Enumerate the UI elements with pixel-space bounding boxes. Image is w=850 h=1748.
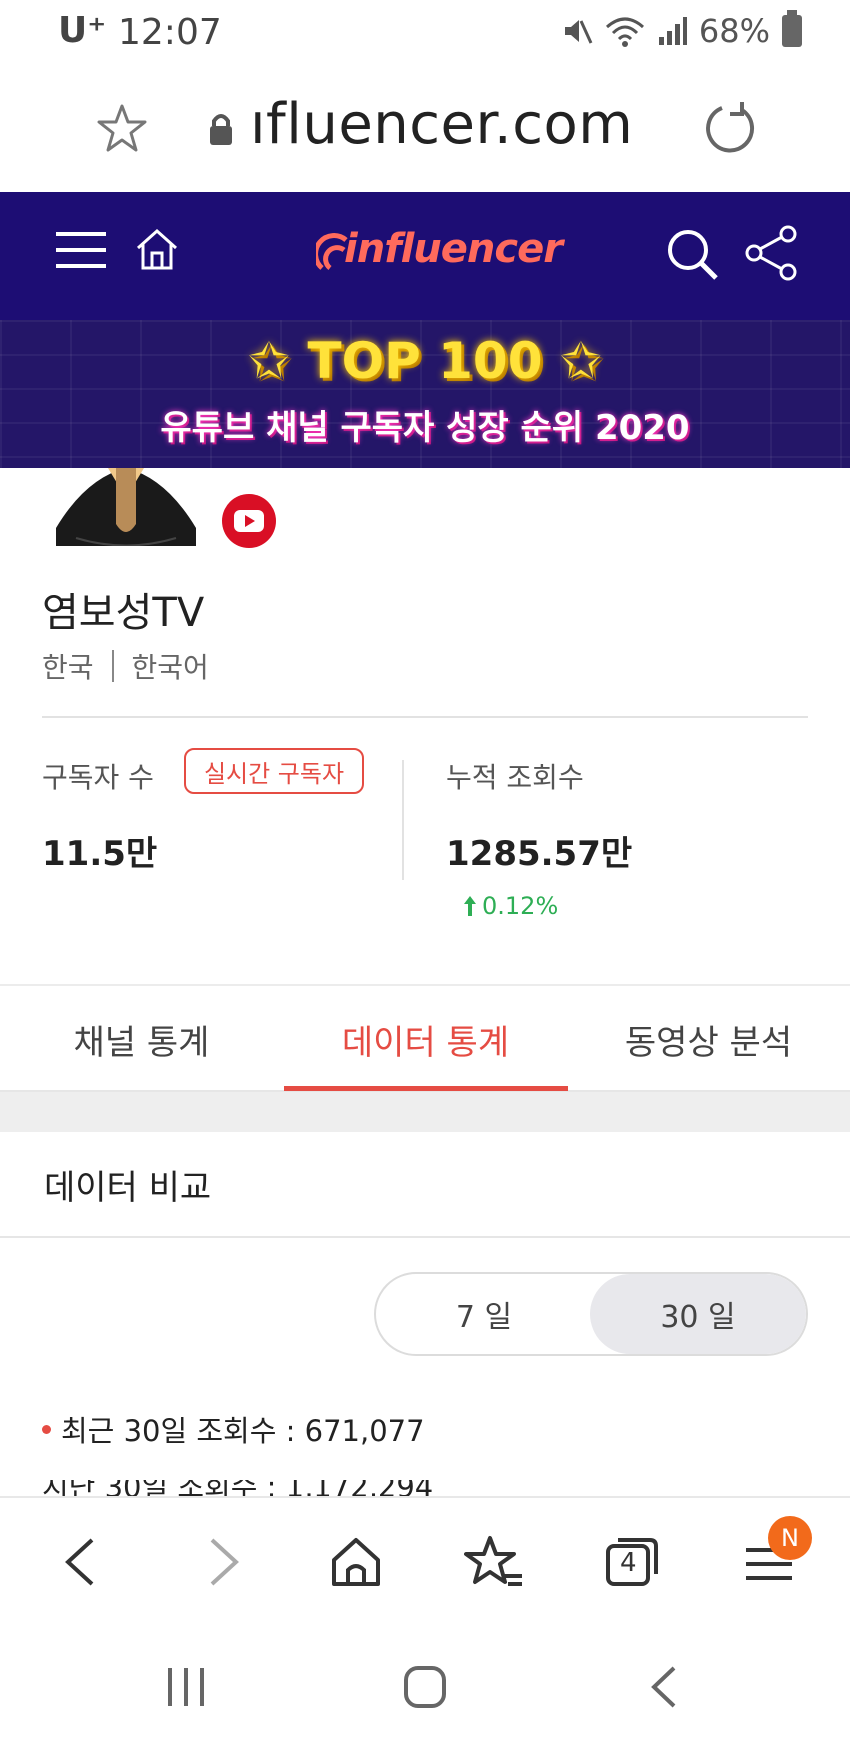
bookmarks-icon[interactable] xyxy=(464,1532,524,1592)
recent-30-days-views: 최근 30일 조회수 : 671,077 xyxy=(61,1414,425,1448)
star-icon: ✩ xyxy=(559,332,602,390)
channel-meta: 한국 한국어 xyxy=(42,646,209,686)
bookmark-star-icon[interactable] xyxy=(95,102,149,156)
home-icon[interactable] xyxy=(326,1532,386,1592)
status-bar: U⁺ 12:07 68% xyxy=(0,0,850,66)
divider xyxy=(0,1236,850,1238)
signal-icon xyxy=(658,17,687,45)
share-icon[interactable] xyxy=(744,224,800,282)
tabs-icon[interactable]: 4 xyxy=(602,1532,662,1592)
active-tab-indicator xyxy=(284,1086,568,1091)
banner-title-text: TOP 100 xyxy=(307,332,543,390)
banner-subtitle: 유튜브 채널 구독자 성장 순위 2020 xyxy=(160,408,690,448)
channel-avatar xyxy=(56,468,196,546)
views-label: 누적 조회수 xyxy=(446,761,584,794)
channel-name: 염보성TV xyxy=(42,590,205,636)
section-title: 데이터 비교 xyxy=(44,1168,212,1208)
realtime-subscribers-button[interactable]: 실시간 구독자 xyxy=(184,748,364,794)
logo-text: influencer xyxy=(344,226,563,272)
channel-language: 한국어 xyxy=(131,651,209,684)
bullet-dot xyxy=(42,1424,51,1434)
menu-icon[interactable] xyxy=(56,230,106,270)
wifi-icon xyxy=(605,17,644,47)
section-spacer xyxy=(0,1092,850,1132)
period-toggle: 7 일 30 일 xyxy=(374,1272,808,1356)
search-icon[interactable] xyxy=(664,226,720,282)
arrow-up-icon xyxy=(464,896,476,916)
site-logo[interactable]: influencer xyxy=(316,222,563,282)
tab-count: 4 xyxy=(620,1548,637,1578)
browser-url-bar: ıfluencer.com xyxy=(0,66,850,192)
divider xyxy=(42,716,808,718)
tab-bar: 채널 통계 데이터 통계 동영상 분석 xyxy=(0,984,850,1092)
list-item: 최근 30일 조회수 : 671,077 xyxy=(42,1408,425,1450)
subscribers-label: 구독자 수 xyxy=(42,761,154,794)
stats-divider xyxy=(402,760,404,880)
youtube-icon xyxy=(222,494,276,548)
reload-icon[interactable] xyxy=(702,100,758,156)
banner-title: ✩ TOP 100 ✩ xyxy=(0,332,850,390)
tab-video-analysis[interactable]: 동영상 분석 xyxy=(567,986,850,1092)
meta-divider xyxy=(111,650,114,682)
site-header: influencer xyxy=(0,192,850,320)
star-icon: ✩ xyxy=(248,332,291,390)
recent-apps-icon[interactable] xyxy=(162,1662,212,1712)
tab-channel-stats[interactable]: 채널 통계 xyxy=(0,986,283,1092)
channel-country: 한국 xyxy=(42,651,94,684)
period-7-days[interactable]: 7 일 xyxy=(376,1274,592,1354)
views-growth-value: 0.12% xyxy=(482,892,559,920)
views-value: 1285.57만 xyxy=(446,834,633,874)
clock: 12:07 xyxy=(118,12,222,53)
top100-banner[interactable]: ✩ TOP 100 ✩ 유튜브 채널 구독자 성장 순위 2020 xyxy=(0,320,850,468)
system-navigation-bar xyxy=(0,1624,850,1748)
browser-toolbar: 4 N xyxy=(0,1496,850,1626)
carrier-label: U⁺ xyxy=(58,10,107,51)
notification-badge: N xyxy=(768,1516,812,1560)
url-text[interactable]: ıfluencer.com xyxy=(250,92,633,157)
mute-icon xyxy=(564,20,593,44)
views-growth: 0.12% xyxy=(462,892,558,920)
system-home-icon[interactable] xyxy=(400,1662,450,1712)
subscribers-value: 11.5만 xyxy=(42,834,158,874)
back-icon[interactable] xyxy=(52,1532,112,1592)
home-icon[interactable] xyxy=(134,226,180,272)
forward-icon[interactable] xyxy=(192,1532,252,1592)
tab-data-stats[interactable]: 데이터 통계 xyxy=(284,986,567,1092)
status-icons: 68% xyxy=(561,10,802,50)
battery-icon xyxy=(782,10,802,47)
avatar-image xyxy=(56,468,196,546)
battery-percent: 68% xyxy=(698,12,770,50)
system-back-icon[interactable] xyxy=(640,1662,690,1712)
period-30-days[interactable]: 30 일 xyxy=(590,1274,806,1354)
lock-icon xyxy=(210,114,232,145)
